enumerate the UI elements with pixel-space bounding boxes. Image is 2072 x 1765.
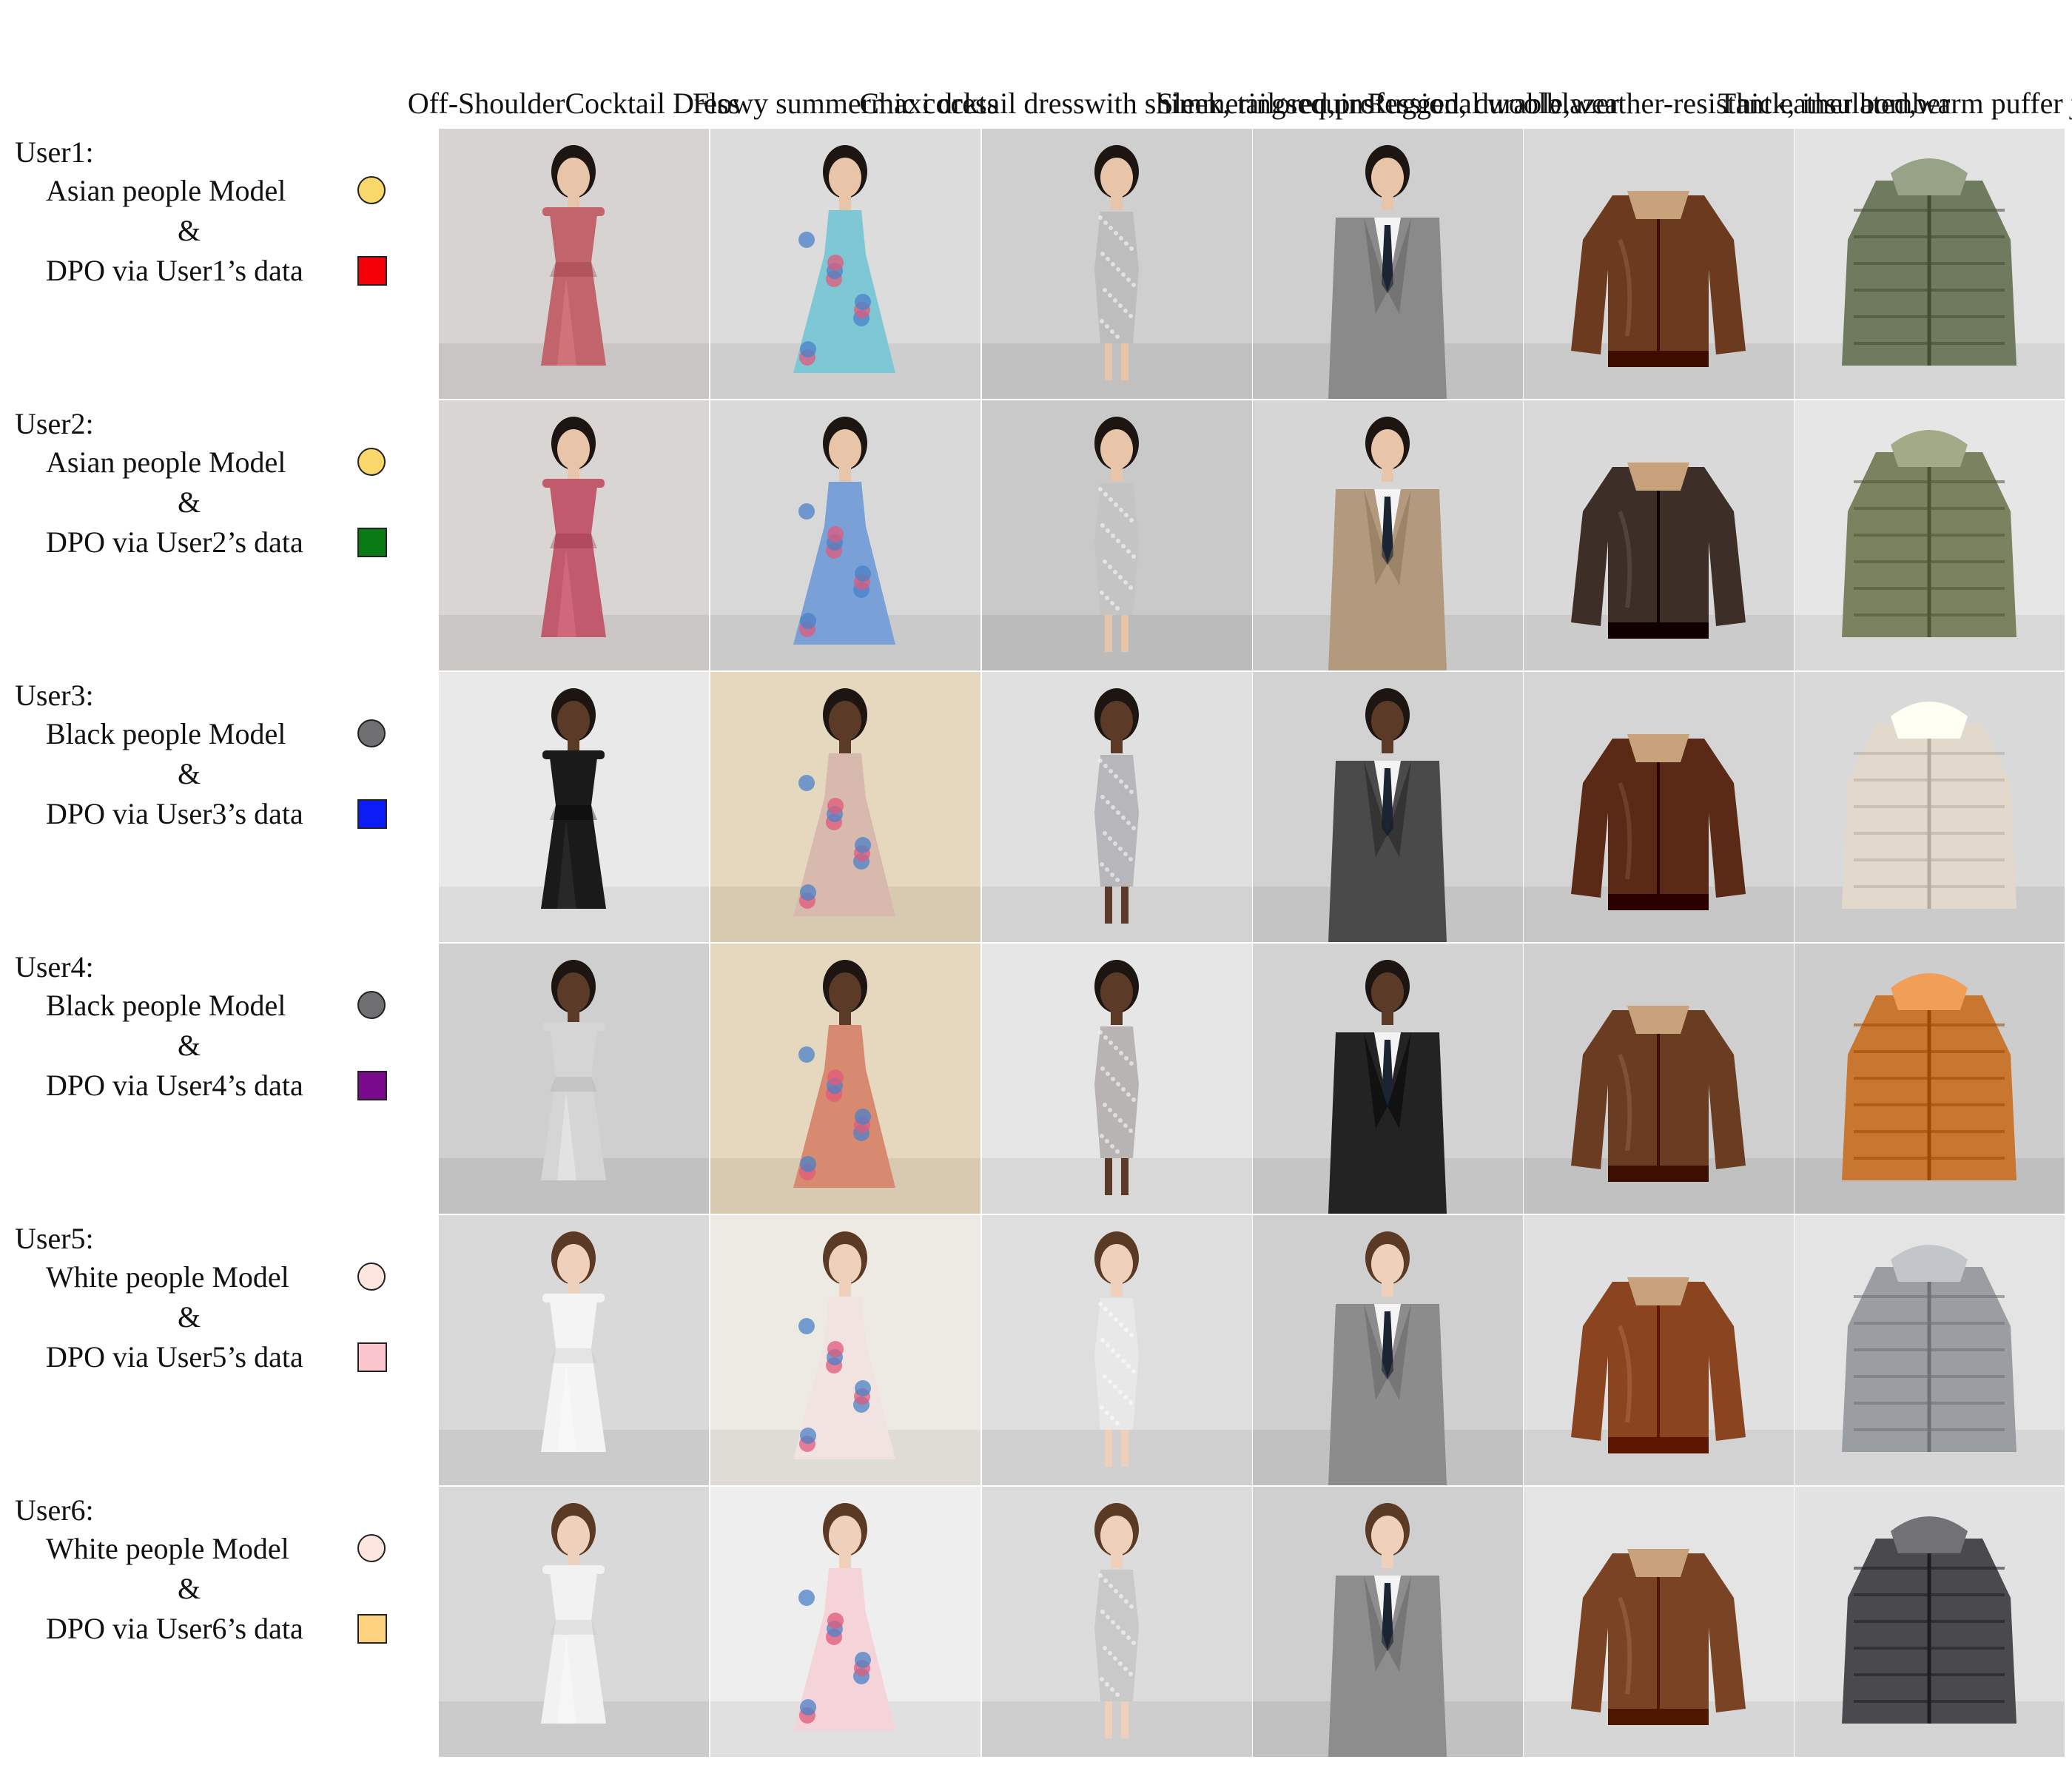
column-header-line: Rugged, durable, [1367,87,1570,120]
generated-image-user1-blazer [1253,129,1523,399]
generated-image-user1-dress [439,129,709,399]
generated-image-user3-maxi [710,672,980,942]
generated-image-user5-blazer [1253,1215,1523,1485]
column-header-line: Flowy summer [692,87,871,120]
user-title: User1: [15,135,94,169]
ampersand: & [178,1572,201,1605]
generated-image-user5-bomber [1524,1215,1794,1485]
dpo-color-square [357,1342,387,1372]
row-label-user1: User1: Asian people Model & DPO via User1’s… [0,129,437,400]
user-title: User6: [15,1493,94,1527]
generated-image-user6-sequin [982,1487,1252,1757]
dpo-color-square [357,1614,387,1644]
user-title: User5: [15,1222,94,1255]
model-color-circle [357,448,386,476]
model-color-circle [357,176,386,204]
ampersand: & [178,1029,201,1062]
generated-image-user6-bomber [1524,1487,1794,1757]
generated-image-user1-maxi [710,129,980,399]
generated-image-user3-puffer [1794,672,2065,942]
model-color-circle [357,991,386,1019]
generated-image-user6-puffer [1794,1487,2065,1757]
generated-image-user1-puffer [1794,129,2065,399]
column-header-line: Chic cocktail dress [859,87,1085,120]
model-label: Asian people Model [46,446,286,479]
model-label: Black people Model [46,717,286,750]
row-label-user3: User3: Black people Model & DPO via User3’s… [0,672,437,944]
user-title: User3: [15,679,94,712]
generated-image-user2-maxi [710,400,980,670]
generated-image-user3-blazer [1253,672,1523,942]
model-label: Black people Model [46,989,286,1022]
generated-image-user4-sequin [982,944,1252,1214]
generated-image-user1-sequin [982,129,1252,399]
generated-image-user4-bomber [1524,944,1794,1214]
row-label-user4: User4: Black people Model & DPO via User4’s… [0,944,437,1215]
generated-image-user4-dress [439,944,709,1214]
generated-image-user4-maxi [710,944,980,1214]
generated-image-user5-sequin [982,1215,1252,1485]
dpo-label: DPO via User6’s data [46,1612,303,1645]
generated-image-user1-bomber [1524,129,1794,399]
dpo-color-square [357,799,387,829]
column-header-6: Thick, insulated,warm puffer jacket [1718,4,2072,123]
model-label: White people Model [46,1532,289,1565]
generated-image-user5-dress [439,1215,709,1485]
generated-image-user2-puffer [1794,400,2065,670]
model-color-circle [357,719,386,747]
row-label-user2: User2: Asian people Model & DPO via User2’s… [0,400,437,672]
column-header-1: Off-Shoulder Cocktail Dress [408,4,740,123]
ampersand: & [178,214,201,247]
generated-image-user4-puffer [1794,944,2065,1214]
generated-image-user6-dress [439,1487,709,1757]
generated-image-user3-sequin [982,672,1252,942]
generated-image-user2-blazer [1253,400,1523,670]
model-label: Asian people Model [46,174,286,207]
row-label-user6: User6: White people Model & DPO via User6’s… [0,1487,437,1758]
dpo-color-square [357,528,387,557]
user-title: User2: [15,407,94,440]
column-header-line: Off-Shoulder [407,87,565,120]
ampersand: & [178,1300,201,1334]
model-color-circle [357,1263,386,1291]
dpo-color-square [357,1071,387,1100]
user-title: User4: [15,950,94,984]
column-header-line: Sleek, tailored, [1157,87,1336,120]
dpo-label: DPO via User5’s data [46,1340,303,1374]
dpo-label: DPO via User2’s data [46,525,303,559]
dpo-label: DPO via User3’s data [46,797,303,830]
column-header-line: warm puffer jacket [1916,87,2072,120]
dpo-label: DPO via User1’s data [46,254,303,287]
model-label: White people Model [46,1260,289,1294]
dpo-color-square [357,256,387,286]
row-label-user5: User5: White people Model & DPO via User5’s… [0,1215,437,1487]
ampersand: & [178,757,201,790]
column-header-line: Thick, insulated, [1718,87,1917,120]
generated-image-user2-sequin [982,400,1252,670]
generated-image-user4-blazer [1253,944,1523,1214]
generated-image-user2-bomber [1524,400,1794,670]
generated-image-user5-puffer [1794,1215,2065,1485]
generated-image-user2-dress [439,400,709,670]
generated-image-user3-dress [439,672,709,942]
model-color-circle [357,1534,386,1562]
ampersand: & [178,485,201,519]
generated-image-user6-maxi [710,1487,980,1757]
generated-image-user6-blazer [1253,1487,1523,1757]
generated-image-user5-maxi [710,1215,980,1485]
generated-image-user3-bomber [1524,672,1794,942]
dpo-label: DPO via User4’s data [46,1069,303,1102]
